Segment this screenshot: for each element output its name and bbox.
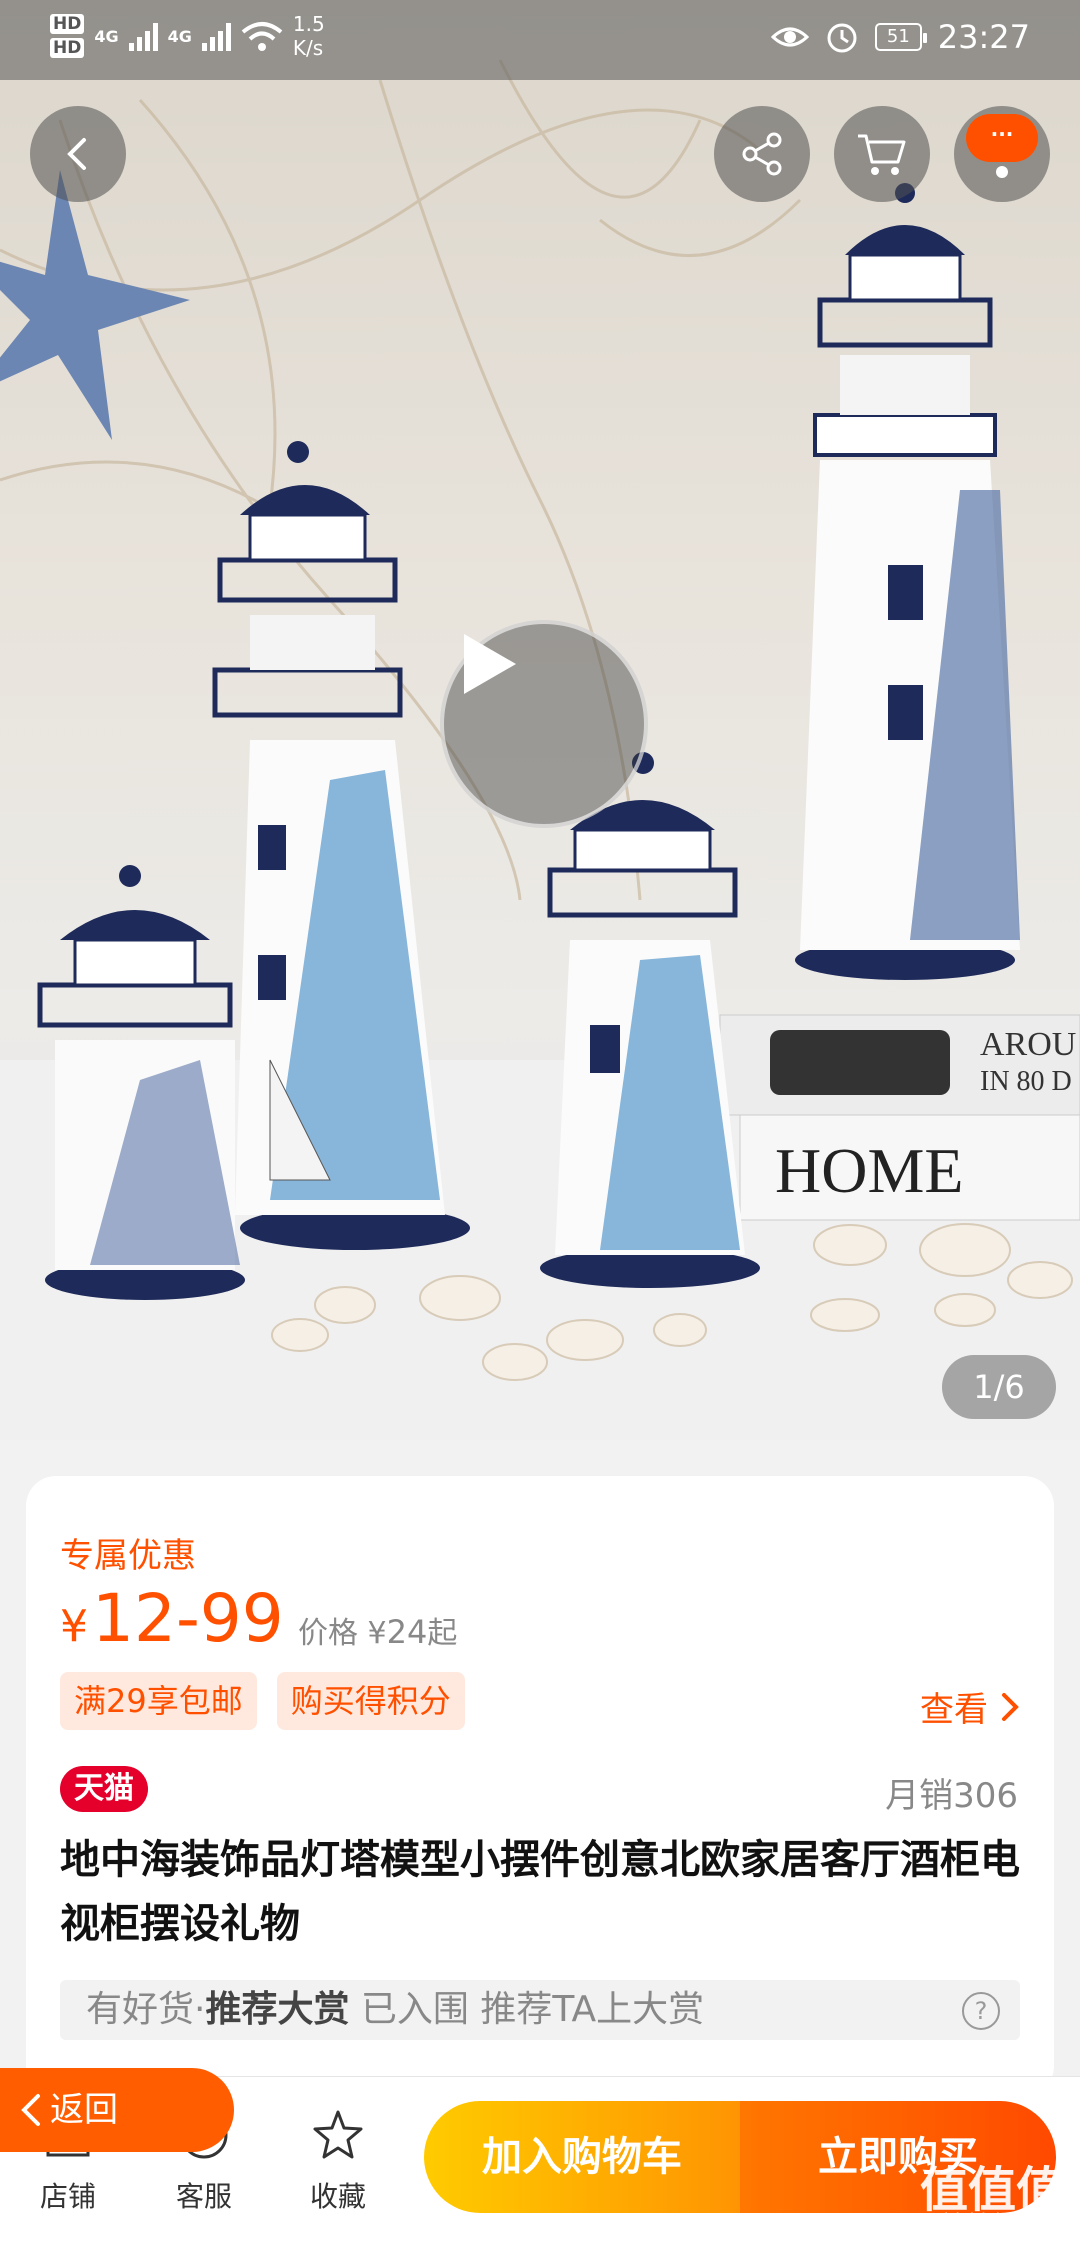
hd-badge-1: HD	[50, 14, 85, 34]
monthly-sales: 月销306	[885, 1776, 1018, 1816]
signal-icon-2	[201, 21, 231, 51]
more-dots-icon: ···	[966, 114, 1038, 162]
original-price-suffix: 起	[427, 1616, 458, 1651]
add-to-cart-button[interactable]: 加入购物车	[424, 2101, 740, 2213]
clock: 23:27	[937, 18, 1030, 56]
chevron-left-icon	[21, 2094, 40, 2126]
network-speed-unit: K/s	[292, 36, 324, 60]
lighthouse-small	[37, 865, 245, 1300]
price: ¥ 12-99	[60, 1580, 284, 1657]
tmall-badge: 天猫	[60, 1766, 148, 1812]
service-label: 客服	[175, 2180, 232, 2213]
svg-text:HOME: HOME	[775, 1135, 963, 1206]
starfish	[0, 170, 190, 440]
view-promotions-link[interactable]: 查看	[920, 1682, 1020, 1731]
image-counter: 1/6	[942, 1355, 1056, 1419]
original-price-value: 24	[386, 1613, 428, 1651]
battery-indicator: 51	[874, 23, 927, 51]
more-button[interactable]: ···	[954, 106, 1050, 202]
promo-title: 专属优惠	[60, 1536, 196, 1576]
play-video-button[interactable]	[440, 620, 648, 828]
help-icon[interactable]: ?	[962, 1992, 1000, 2030]
watermark-url: zhizhizhi.com	[934, 2210, 1056, 2231]
chevron-left-icon	[67, 138, 86, 170]
lighthouse-large	[795, 183, 1020, 980]
recommend-text: 已入围 推荐TA上大赏	[349, 1989, 705, 2030]
play-icon	[464, 634, 516, 694]
share-button[interactable]	[714, 106, 810, 202]
product-image[interactable]: AROU IN 80 D HOME 1/6	[0, 0, 1080, 1440]
notification-dot	[996, 166, 1008, 178]
product-title: 地中海装饰品灯塔模型小摆件创意北欧家居客厅酒柜电视柜摆设礼物	[60, 1837, 1020, 1947]
eye-icon	[770, 27, 809, 47]
store-label: 店铺	[39, 2180, 96, 2213]
lighthouse-medium	[212, 441, 470, 1250]
star-icon	[313, 2110, 363, 2159]
favorite-label: 收藏	[309, 2180, 366, 2213]
price-range: 12-99	[92, 1580, 284, 1657]
signal-icon	[128, 21, 158, 51]
svg-text:AROU: AROU	[980, 1026, 1076, 1063]
free-shipping-tag[interactable]: 满29享包邮	[60, 1672, 257, 1730]
recommend-banner[interactable]: 有好货·推荐大赏 已入围 推荐TA上大赏 ?	[60, 1980, 1020, 2040]
cart-icon	[858, 134, 906, 175]
svg-text:IN 80 D: IN 80 D	[980, 1066, 1072, 1097]
hd-badge-2: HD	[50, 38, 85, 58]
wifi-icon	[241, 22, 283, 51]
favorite-button[interactable]: 收藏	[278, 2103, 398, 2215]
recommend-prefix: 有好货·	[86, 1989, 206, 2030]
chevron-right-icon	[1002, 1692, 1019, 1721]
original-price-prefix: 价格 ¥	[298, 1616, 387, 1651]
cart-button[interactable]	[834, 106, 930, 202]
product-info-card: 专属优惠 ¥ 12-99 价格 ¥24起 满29享包邮 购买得积分 查看 天猫 …	[26, 1476, 1054, 2096]
view-label: 查看	[920, 1690, 988, 1730]
return-button[interactable]: 返回	[0, 2068, 234, 2152]
return-label: 返回	[50, 2090, 118, 2130]
back-button[interactable]	[30, 106, 126, 202]
status-bar: HD HD 4G 4G 1.5 K/s 51 23:27	[0, 0, 1080, 80]
currency-symbol: ¥	[60, 1601, 88, 1652]
recommend-highlight: 推荐大赏	[205, 1989, 350, 2030]
points-tag[interactable]: 购买得积分	[276, 1672, 465, 1730]
original-price: 价格 ¥24起	[298, 1608, 457, 1652]
alarm-icon	[827, 23, 857, 53]
network-label-1: 4G	[94, 26, 119, 46]
network-label-2: 4G	[167, 26, 192, 46]
network-speed-value: 1.5	[292, 12, 325, 36]
share-icon	[742, 132, 782, 176]
